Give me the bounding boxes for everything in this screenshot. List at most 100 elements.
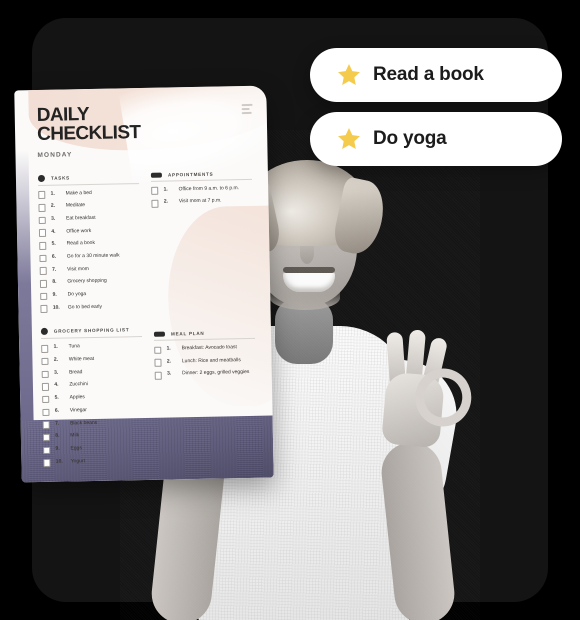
checkbox-icon[interactable] <box>41 345 49 353</box>
checklist-item-number: 1. <box>166 345 171 352</box>
checklist-item[interactable]: 2. Meditate <box>38 201 139 212</box>
menu-line <box>241 111 252 114</box>
checklist-column-right: APPOINTMENTS 1. Office from 9 a.m. to 6 p… <box>150 171 258 469</box>
checklist-item[interactable]: 3. Bread <box>41 368 143 378</box>
checkbox-icon[interactable] <box>39 241 47 250</box>
checklist-item-label: Read a book <box>66 240 96 247</box>
checklist-item-number: 1. <box>50 190 55 197</box>
checklist-item[interactable]: 6. Go for a 30 minute walk <box>39 252 140 263</box>
card-title: DAILY CHECKLIST <box>37 102 252 145</box>
checklist-columns: TASKS 1. Make a bed 2. Meditate 3. Eat breakf… <box>37 171 258 471</box>
checklist-item[interactable]: 1. Office from 9 a.m. to 6 p.m. <box>151 185 252 195</box>
checklist-item-number: 4. <box>51 228 56 235</box>
section-title: MEAL PLAN <box>170 330 205 337</box>
checkbox-icon[interactable] <box>43 446 51 454</box>
checklist-item-number: 8. <box>52 279 57 286</box>
checklist-item-number: 2. <box>166 358 172 365</box>
divider <box>38 182 140 186</box>
section-header: TASKS <box>37 173 139 182</box>
checklist-item-number: 3. <box>167 370 172 378</box>
section-meal-plan: MEAL PLAN 1. Breakfast: Avocado toast 2. Lu… <box>153 330 256 380</box>
checkbox-icon[interactable] <box>39 254 47 263</box>
menu-line <box>241 107 250 110</box>
checkbox-icon[interactable] <box>40 292 48 301</box>
checklist-item-number: 10. <box>55 458 63 465</box>
divider <box>154 337 256 341</box>
checklist-item[interactable]: 1. Make a bed <box>38 189 139 199</box>
section-appointments: APPOINTMENTS 1. Office from 9 a.m. to 6 p… <box>150 171 253 208</box>
checkbox-icon[interactable] <box>38 229 47 237</box>
checklist-item[interactable]: 2. Lunch: Rice and meatballs <box>154 357 255 367</box>
checkbox-icon[interactable] <box>43 459 51 467</box>
checkbox-icon[interactable] <box>151 187 159 195</box>
checkbox-icon[interactable] <box>151 199 159 208</box>
checklist-item-label: Tuna <box>68 343 80 350</box>
checklist-item[interactable]: 8. Grocery shopping <box>39 278 141 288</box>
divider <box>41 336 143 340</box>
checklist-item-number: 8. <box>55 432 60 439</box>
checklist-item[interactable]: 2. Visit mom at 7 p.m. <box>151 197 252 208</box>
photo-chin <box>270 286 340 310</box>
checkbox-icon[interactable] <box>154 346 162 354</box>
photo-hand-right-ok-gesture <box>367 326 474 449</box>
checkbox-icon[interactable] <box>40 305 48 313</box>
checklist-item[interactable]: 3. Eat breakfast <box>38 214 140 225</box>
checklist-item-label: Office work <box>66 227 92 235</box>
checkbox-icon[interactable] <box>39 279 48 288</box>
checklist-item[interactable]: 5. Apples <box>42 393 143 404</box>
checkbox-icon[interactable] <box>38 203 46 212</box>
section-header: MEAL PLAN <box>153 330 255 337</box>
checkbox-icon[interactable] <box>42 421 51 429</box>
checklist-item[interactable]: 3. Dinner: 2 eggs, grilled veggies <box>154 369 256 380</box>
checklist-item-number: 6. <box>54 407 60 414</box>
checklist-item-label: Do yoga <box>67 291 87 298</box>
checklist-column-left: TASKS 1. Make a bed 2. Meditate 3. Eat breakf… <box>37 173 145 471</box>
bar-marker-icon <box>150 172 162 178</box>
checkbox-icon[interactable] <box>38 216 47 225</box>
checkbox-icon[interactable] <box>38 191 46 199</box>
checkbox-icon[interactable] <box>154 359 162 367</box>
hamburger-menu-icon[interactable] <box>241 103 253 116</box>
checkbox-icon[interactable] <box>42 395 50 404</box>
checklist-item[interactable]: 1. Breakfast: Avocado toast <box>154 344 255 354</box>
checklist-item[interactable]: 4. Zucchini <box>41 381 143 391</box>
checklist-item[interactable]: 10. Go to bed early <box>40 303 141 313</box>
checklist-item[interactable]: 2. White meat <box>41 355 142 366</box>
checklist-item-number: 9. <box>52 291 57 298</box>
checklist-item-label: White meat <box>68 356 95 363</box>
circle-marker-icon <box>40 328 48 336</box>
section-header: GROCERY SHOPPING LIST <box>40 327 142 336</box>
checklist-item-label: Go for a 30 minute walk <box>66 252 120 260</box>
checklist-item[interactable]: 8. Milk <box>42 431 144 442</box>
checkbox-icon[interactable] <box>41 383 50 391</box>
checklist-item-label: Eggs <box>70 445 82 452</box>
checklist-item[interactable]: 7. Black beans <box>42 419 144 429</box>
checklist-item[interactable]: 9. Eggs <box>43 444 144 454</box>
promo-stage: Read a book Do yoga DAILY CHECKLIST MOND… <box>0 0 580 620</box>
checkbox-icon[interactable] <box>41 357 49 366</box>
checklist-item-number: 3. <box>54 369 59 376</box>
checklist-item-label: Lunch: Rice and meatballs <box>181 356 241 365</box>
checkbox-icon[interactable] <box>154 371 163 380</box>
task-list: 1. Tuna 2. White meat 3. Bread 4. Zucchini 5. App… <box>41 343 144 467</box>
task-pill-do-yoga[interactable]: Do yoga <box>310 112 562 166</box>
checkbox-icon[interactable] <box>42 433 51 442</box>
task-pill-label: Do yoga <box>373 128 447 149</box>
task-pill-read-a-book[interactable]: Read a book <box>310 48 562 102</box>
checklist-item[interactable]: 5. Read a book <box>39 240 140 250</box>
checklist-item[interactable]: 4. Office work <box>38 227 140 237</box>
checklist-item[interactable]: 10. Yogurt <box>43 457 144 467</box>
task-pill-label: Read a book <box>373 64 484 85</box>
checklist-item-label: Dinner: 2 eggs, grilled veggies <box>182 369 250 377</box>
checklist-item-number: 4. <box>54 382 59 389</box>
checkbox-icon[interactable] <box>41 370 50 378</box>
checkbox-icon[interactable] <box>42 408 50 416</box>
checklist-item-label: Office from 9 a.m. to 6 p.m. <box>178 184 240 193</box>
section-title: TASKS <box>50 175 70 181</box>
checklist-item[interactable]: 6. Vinegar <box>42 406 143 416</box>
checkbox-icon[interactable] <box>39 267 48 275</box>
checklist-item[interactable]: 9. Do yoga <box>40 290 141 301</box>
checklist-item[interactable]: 7. Visit mom <box>39 265 141 275</box>
checklist-item[interactable]: 1. Tuna <box>41 343 142 353</box>
